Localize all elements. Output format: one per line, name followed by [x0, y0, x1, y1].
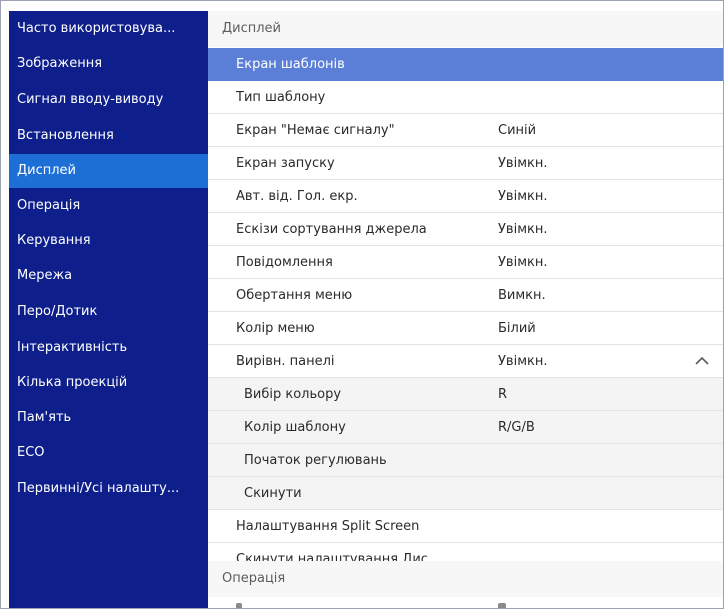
menu-row-panel-alignment[interactable]: Вирівн. панелі Увімкн.	[208, 345, 723, 378]
row-value: Білий	[498, 321, 536, 336]
row-label: Обертання меню	[236, 288, 353, 303]
row-label: Скинути	[244, 486, 302, 501]
menu-row-source-thumbnails[interactable]: Ескізи сортування джерела Увімкн.	[208, 213, 723, 246]
settings-panel: Дисплей Екран шаблонів Тип шаблону Екран…	[208, 11, 723, 608]
row-label: Налаштування Split Screen	[236, 519, 420, 534]
menu-row-pattern-type[interactable]: Тип шаблону	[208, 81, 723, 114]
row-label: Колір меню	[236, 321, 315, 336]
chevron-up-icon[interactable]	[695, 356, 709, 366]
sidebar-item-network[interactable]: Мережа	[9, 259, 208, 293]
sidebar-item-memory[interactable]: Пам'ять	[9, 401, 208, 435]
sidebar-item-interactivity[interactable]: Інтерактивність	[9, 331, 208, 365]
sidebar-item-pen-touch[interactable]: Перо/Дотик	[9, 295, 208, 329]
menu-row-split-screen-settings[interactable]: Налаштування Split Screen	[208, 510, 723, 543]
row-label: Екран запуску	[236, 156, 335, 171]
row-label: Екран шаблонів	[236, 57, 345, 72]
menu-window: Часто використовува... Зображення Сигнал…	[0, 0, 724, 609]
menu-row-menu-color[interactable]: Колір меню Білий	[208, 312, 723, 345]
row-label: Екран "Немає сигналу"	[236, 123, 395, 138]
row-value: Увімкн.	[498, 189, 548, 204]
row-value: Увімкн.	[498, 222, 548, 237]
category-sidebar: Часто використовува... Зображення Сигнал…	[9, 11, 208, 608]
row-value: Увімкн.	[498, 354, 548, 369]
row-value: Вимкн.	[498, 288, 546, 303]
menu-row-menu-rotation[interactable]: Обертання меню Вимкн.	[208, 279, 723, 312]
row-value: Увімкн.	[498, 156, 548, 171]
row-label: Ескізи сортування джерела	[236, 222, 427, 237]
menu-row-auto-home-screen[interactable]: Авт. від. Гол. екр. Увімкн.	[208, 180, 723, 213]
menu-row-startup-screen[interactable]: Екран запуску Увімкн.	[208, 147, 723, 180]
menu-row-start-adjustments[interactable]: Початок регулювань	[208, 444, 723, 477]
cut-off-text-fragment	[498, 603, 506, 608]
cut-off-text-fragment	[236, 603, 242, 608]
sidebar-item-display[interactable]: Дисплей	[9, 154, 208, 188]
row-value: R/G/B	[498, 420, 535, 435]
row-value: Увімкн.	[498, 255, 548, 270]
menu-row-pattern-color[interactable]: Колір шаблону R/G/B	[208, 411, 723, 444]
sidebar-item-signal-io[interactable]: Сигнал вводу-виводу	[9, 83, 208, 117]
menu-row-no-signal-screen[interactable]: Екран "Немає сигналу" Синій	[208, 114, 723, 147]
row-label: Колір шаблону	[244, 420, 346, 435]
menu-row-color-select[interactable]: Вибір кольору R	[208, 378, 723, 411]
sidebar-item-eco[interactable]: ECO	[9, 436, 208, 470]
sidebar-item-multi-projection[interactable]: Кілька проекцій	[9, 366, 208, 400]
row-label: Вибір кольору	[244, 387, 342, 402]
menu-row-reset-alignment[interactable]: Скинути	[208, 477, 723, 510]
row-label: Початок регулювань	[244, 453, 387, 468]
row-label: Тип шаблону	[236, 90, 326, 105]
menu-row-pattern-screen[interactable]: Екран шаблонів	[208, 48, 723, 81]
partially-visible-row	[208, 597, 723, 608]
menu-row-messages[interactable]: Повідомлення Увімкн.	[208, 246, 723, 279]
row-value: Синій	[498, 123, 537, 138]
sidebar-item-image[interactable]: Зображення	[9, 47, 208, 81]
row-label: Авт. від. Гол. екр.	[236, 189, 358, 204]
sidebar-item-frequently-used[interactable]: Часто використовува...	[9, 12, 208, 46]
row-label: Вирівн. панелі	[236, 354, 335, 369]
sidebar-item-reset[interactable]: Первинні/Усі налашту...	[9, 472, 208, 506]
next-section-title: Операція	[208, 561, 723, 597]
row-value: R	[498, 387, 508, 402]
section-title: Дисплей	[208, 11, 723, 47]
sidebar-item-management[interactable]: Керування	[9, 224, 208, 258]
sidebar-item-operation[interactable]: Операція	[9, 189, 208, 223]
row-label: Повідомлення	[236, 255, 333, 270]
sidebar-item-installation[interactable]: Встановлення	[9, 119, 208, 153]
